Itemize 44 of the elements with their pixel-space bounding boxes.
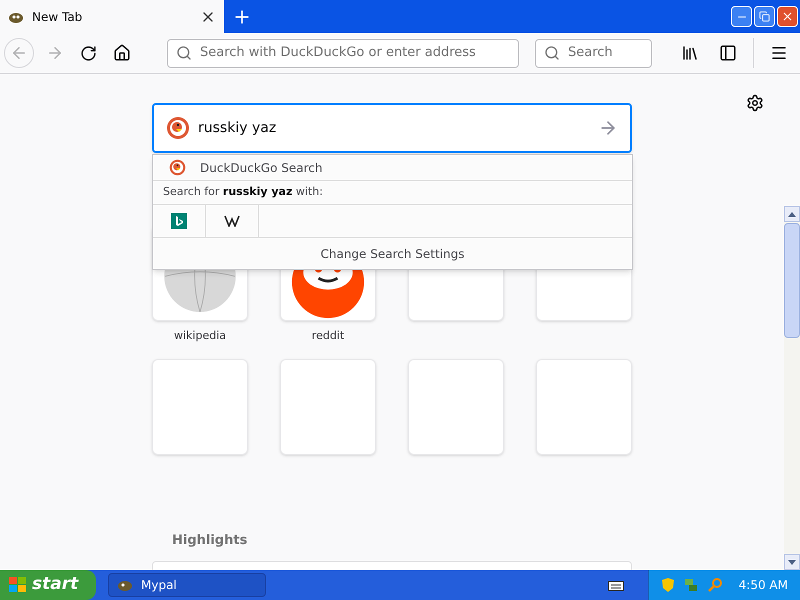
menu-icon[interactable] — [770, 44, 788, 62]
close-button[interactable] — [777, 6, 798, 27]
top-site-tile[interactable] — [280, 359, 376, 455]
search-icon — [544, 45, 560, 61]
search-for-text: Search for russkiy yaz with: — [163, 184, 323, 200]
top-site-tile[interactable] — [408, 359, 504, 455]
section-title: Highlights — [172, 533, 248, 548]
home-icon[interactable] — [113, 44, 131, 62]
engine-suggestion[interactable]: DuckDuckGo Search — [153, 155, 632, 181]
library-icon[interactable] — [681, 44, 699, 62]
scroll-down-button[interactable] — [784, 554, 800, 570]
search-input[interactable]: russkiy yaz — [152, 103, 632, 153]
wikipedia-logo-icon — [224, 215, 240, 227]
raccoon-icon — [117, 578, 133, 592]
search-icon — [176, 45, 192, 61]
duck-logo-icon — [166, 116, 190, 140]
top-site-label[interactable]: wikipedia — [174, 328, 226, 344]
keyboard-icon[interactable] — [608, 579, 624, 591]
settings-icon[interactable] — [746, 94, 764, 112]
bing-logo-icon — [171, 213, 187, 229]
address-field[interactable]: Search with DuckDuckGo or enter address — [167, 38, 519, 68]
search-field[interactable]: Search — [535, 38, 652, 68]
top-site-tile[interactable] — [536, 359, 632, 455]
taskbar-button[interactable]: Mypal — [108, 573, 266, 597]
start-button[interactable]: start — [0, 570, 96, 600]
tab-title: New Tab — [32, 8, 84, 26]
tab[interactable]: New Tab — [0, 0, 224, 33]
reload-icon[interactable] — [80, 44, 97, 62]
clock: 4:50 AM — [738, 577, 788, 594]
change-search-settings[interactable]: Change Search Settings — [320, 244, 465, 262]
minimize-button[interactable] — [731, 6, 752, 27]
globe-icon — [164, 270, 236, 312]
duck-icon — [169, 159, 186, 176]
scroll-up-button[interactable] — [784, 206, 800, 222]
down-arrow-icon — [788, 560, 796, 564]
scroll-thumb[interactable] — [784, 223, 800, 338]
top-site-tile[interactable] — [152, 359, 248, 455]
restore-icon — [759, 11, 770, 22]
sidebar-icon[interactable] — [719, 44, 737, 62]
up-arrow-icon — [788, 212, 796, 216]
windows-flag-icon — [8, 576, 28, 594]
close-icon — [781, 10, 794, 23]
top-site-label[interactable]: reddit — [312, 328, 344, 344]
restore-button[interactable] — [754, 6, 775, 27]
